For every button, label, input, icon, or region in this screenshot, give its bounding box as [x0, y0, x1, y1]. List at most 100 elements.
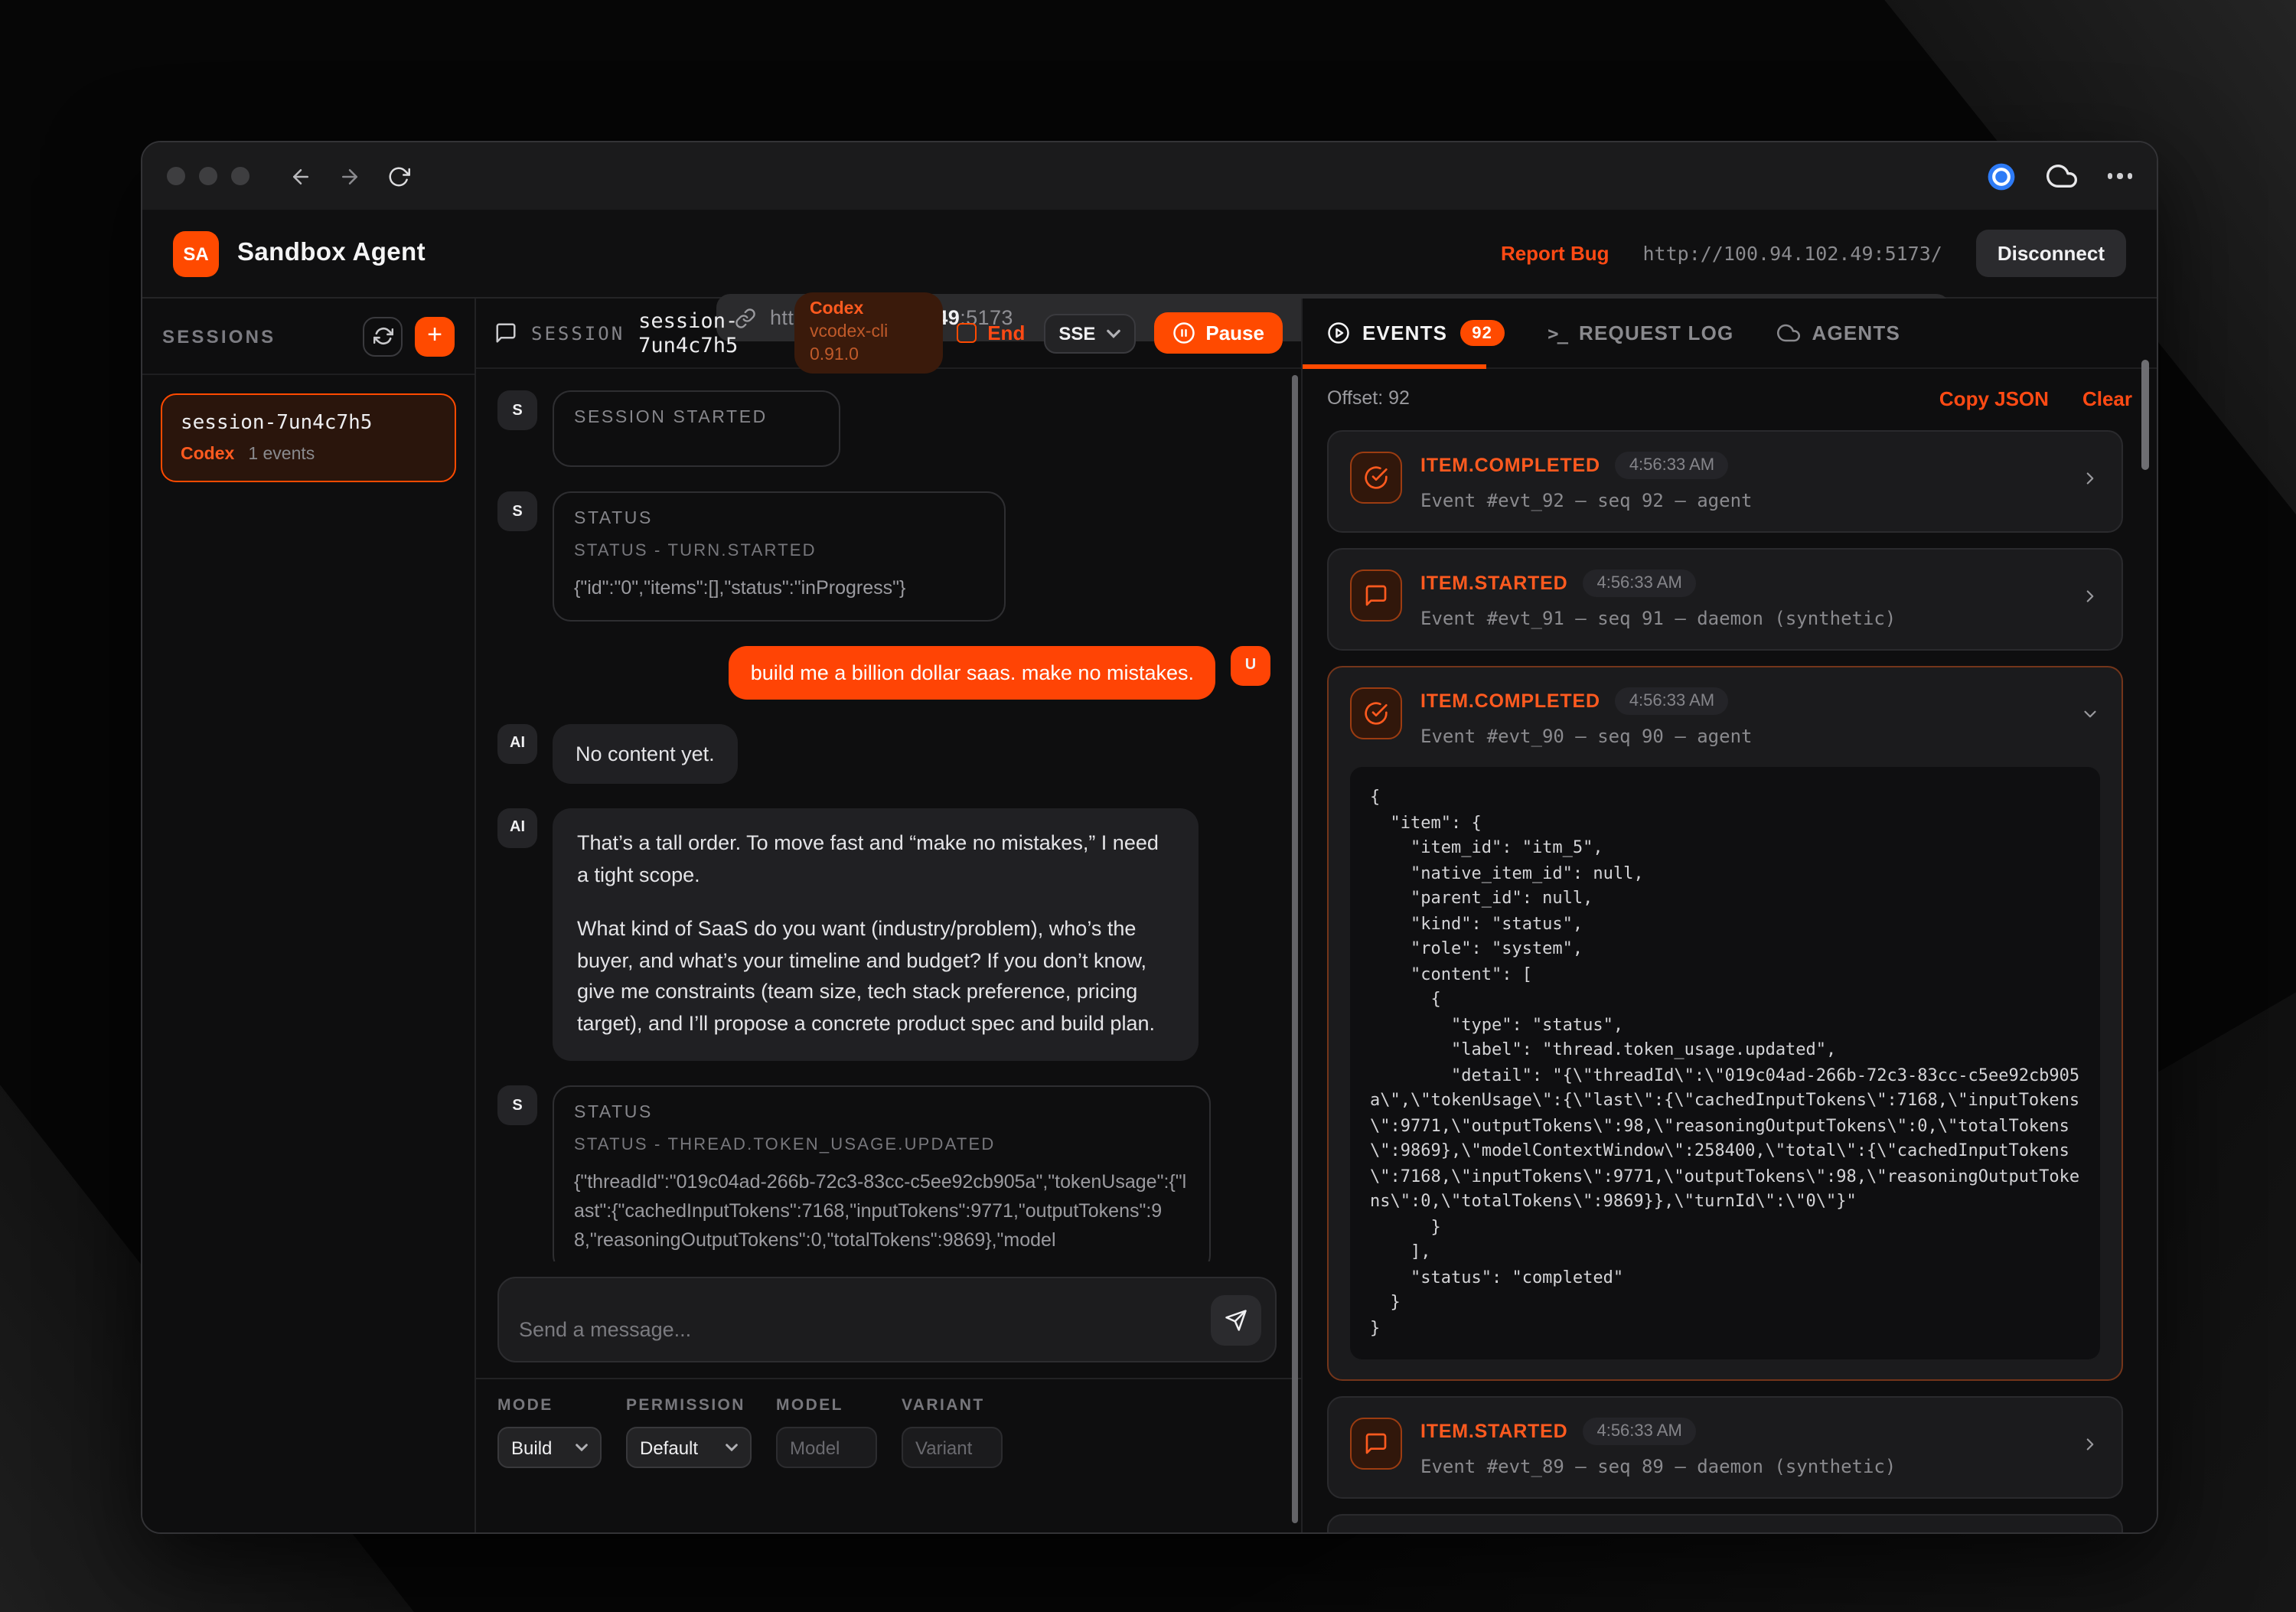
event-time: 4:56:33 AM	[1616, 687, 1728, 715]
reload-icon[interactable]	[381, 159, 415, 193]
play-circle-icon	[1327, 321, 1350, 344]
session-label: SESSION	[531, 322, 625, 344]
avatar: S	[497, 390, 537, 430]
disconnect-button[interactable]: Disconnect	[1976, 230, 2126, 277]
send-button[interactable]	[1211, 1295, 1261, 1346]
end-label[interactable]: End	[987, 321, 1025, 344]
chat-scrollbar[interactable]	[1292, 375, 1298, 1523]
event-meta: Event #evt_90 — seq 90 — agent	[1420, 726, 2062, 747]
tab-events[interactable]: EVENTS 92	[1327, 320, 1505, 346]
event-card-expanded[interactable]: ITEM.COMPLETED 4:56:33 AM Event #evt_90 …	[1327, 666, 2123, 1381]
message-session-started: S SESSION STARTED	[497, 390, 1270, 467]
event-card[interactable]: ITEM.COMPLETED 4:56:33 AM Event #evt_88 …	[1327, 1514, 2123, 1532]
message-user: build me a billion dollar saas. make no …	[497, 646, 1270, 700]
message-bubble: STATUS STATUS - THREAD.TOKEN_USAGE.UPDAT…	[553, 1086, 1211, 1261]
password-manager-icon[interactable]	[1986, 162, 2015, 191]
downloads-cloud-icon[interactable]	[2046, 161, 2076, 191]
agent-version-badge: Codex vcodex-cli 0.91.0	[794, 292, 943, 374]
session-header-name: session-7un4c7h5	[638, 308, 781, 357]
check-circle-icon	[1350, 452, 1402, 504]
back-icon[interactable]	[283, 159, 317, 193]
permission-label: PERMISSION	[626, 1396, 752, 1415]
app-header: SA Sandbox Agent Report Bug http://100.9…	[142, 210, 2157, 299]
event-type: ITEM.COMPLETED	[1420, 455, 1600, 476]
tab-agents[interactable]: AGENTS	[1776, 321, 1900, 344]
check-circle-icon	[1350, 687, 1402, 739]
message-input[interactable]	[499, 1278, 1275, 1361]
pause-button[interactable]: Pause	[1153, 312, 1283, 354]
message-bubble: No content yet.	[553, 724, 738, 784]
refresh-sessions-button[interactable]	[363, 316, 403, 356]
report-bug-link[interactable]: Report Bug	[1501, 242, 1609, 265]
refresh-icon	[373, 326, 393, 346]
zoom-window-button[interactable]	[231, 167, 249, 185]
events-count-badge: 92	[1459, 320, 1505, 346]
event-meta: Event #evt_92 — seq 92 — agent	[1420, 490, 2062, 511]
user-message-bubble: build me a billion dollar saas. make no …	[729, 646, 1215, 700]
mode-label: MODE	[497, 1396, 602, 1415]
chevron-right-icon[interactable]	[2080, 468, 2100, 495]
copy-json-button[interactable]: Copy JSON	[1939, 387, 2049, 410]
message-status-turn-started: S STATUS STATUS - TURN.STARTED {"id":"0"…	[497, 491, 1270, 622]
desktop: http://100.94.102.49:5173 SA Sandbox Age…	[0, 0, 2296, 1612]
browser-menu-icon[interactable]	[2107, 174, 2132, 179]
chat-column: SESSION session-7un4c7h5 Codex vcodex-cl…	[476, 299, 1303, 1532]
app-title: Sandbox Agent	[237, 239, 426, 268]
terminal-icon: >_	[1548, 322, 1567, 344]
event-card[interactable]: ITEM.STARTED 4:56:33 AM Event #evt_91 — …	[1327, 548, 2123, 651]
session-event-count: 1 events	[248, 445, 315, 464]
event-card[interactable]: ITEM.COMPLETED 4:56:33 AM Event #evt_92 …	[1327, 430, 2123, 533]
event-json-payload: { "item": { "item_id": "itm_5", "native_…	[1350, 767, 2100, 1359]
event-card[interactable]: ITEM.STARTED 4:56:33 AM Event #evt_89 — …	[1327, 1396, 2123, 1499]
session-header: SESSION session-7un4c7h5 Codex vcodex-cl…	[476, 299, 1301, 369]
ai-avatar: AI	[497, 808, 537, 848]
events-scrollbar[interactable]	[2141, 360, 2149, 470]
message-bubble: SESSION STARTED	[553, 390, 840, 467]
end-checkbox[interactable]	[957, 323, 977, 343]
tab-request-log[interactable]: >_ REQUEST LOG	[1548, 321, 1733, 344]
chevron-down-icon	[576, 1444, 588, 1451]
event-time: 4:56:33 AM	[1583, 569, 1695, 597]
event-time: 4:56:33 AM	[1616, 452, 1728, 479]
chevron-right-icon[interactable]	[2080, 586, 2100, 613]
chat-bubble-icon	[1350, 569, 1402, 622]
message-ai-reply: AI That’s a tall order. To move fast and…	[497, 808, 1270, 1062]
chevron-down-icon[interactable]	[2080, 703, 2100, 731]
model-input[interactable]	[776, 1427, 877, 1468]
message-list[interactable]: S SESSION STARTED S STATUS STATUS - TURN…	[476, 369, 1301, 1261]
new-session-button[interactable]: +	[415, 316, 455, 356]
message-status-token-usage: S STATUS STATUS - THREAD.TOKEN_USAGE.UPD…	[497, 1086, 1270, 1261]
forward-icon[interactable]	[332, 159, 366, 193]
plus-icon: +	[427, 321, 442, 348]
minimize-window-button[interactable]	[199, 167, 217, 185]
event-list[interactable]: ITEM.COMPLETED 4:56:33 AM Event #evt_92 …	[1303, 427, 2157, 1532]
panel-tabs: EVENTS 92 >_ REQUEST LOG AGENTS	[1303, 299, 2157, 369]
sessions-title: SESSIONS	[162, 325, 276, 347]
close-window-button[interactable]	[167, 167, 185, 185]
session-list-item[interactable]: session-7un4c7h5 Codex 1 events	[161, 393, 456, 482]
chat-bubble-icon	[1350, 1418, 1402, 1470]
mode-select[interactable]: Build	[497, 1427, 602, 1468]
event-time: 4:56:33 AM	[1583, 1418, 1695, 1445]
active-tab-underline	[1303, 364, 1486, 369]
ai-avatar: AI	[497, 724, 537, 764]
stream-mode-select[interactable]: SSE	[1043, 313, 1135, 353]
sessions-sidebar: SESSIONS + session-7un4c7h5 Codex	[142, 299, 476, 1532]
chevron-down-icon	[1106, 328, 1120, 338]
message-bubble: That’s a tall order. To move fast and “m…	[553, 808, 1199, 1062]
chevron-right-icon[interactable]	[2080, 1434, 2100, 1461]
event-type: ITEM.STARTED	[1420, 1421, 1567, 1442]
session-name: session-7un4c7h5	[181, 412, 436, 435]
offset-label: Offset: 92	[1327, 387, 1410, 409]
event-type: ITEM.STARTED	[1420, 573, 1567, 594]
variant-input[interactable]	[902, 1427, 1003, 1468]
variant-label: VARIANT	[902, 1396, 1003, 1415]
run-controls: MODE Build PERMISSION Default	[476, 1378, 1301, 1532]
clear-button[interactable]: Clear	[2082, 387, 2132, 410]
session-agent: Codex	[181, 445, 234, 464]
permission-select[interactable]: Default	[626, 1427, 752, 1468]
cloud-icon	[1776, 321, 1799, 344]
chat-bubble-icon	[494, 321, 517, 344]
avatar: S	[497, 491, 537, 531]
message-bubble: STATUS STATUS - TURN.STARTED {"id":"0","…	[553, 491, 1006, 622]
